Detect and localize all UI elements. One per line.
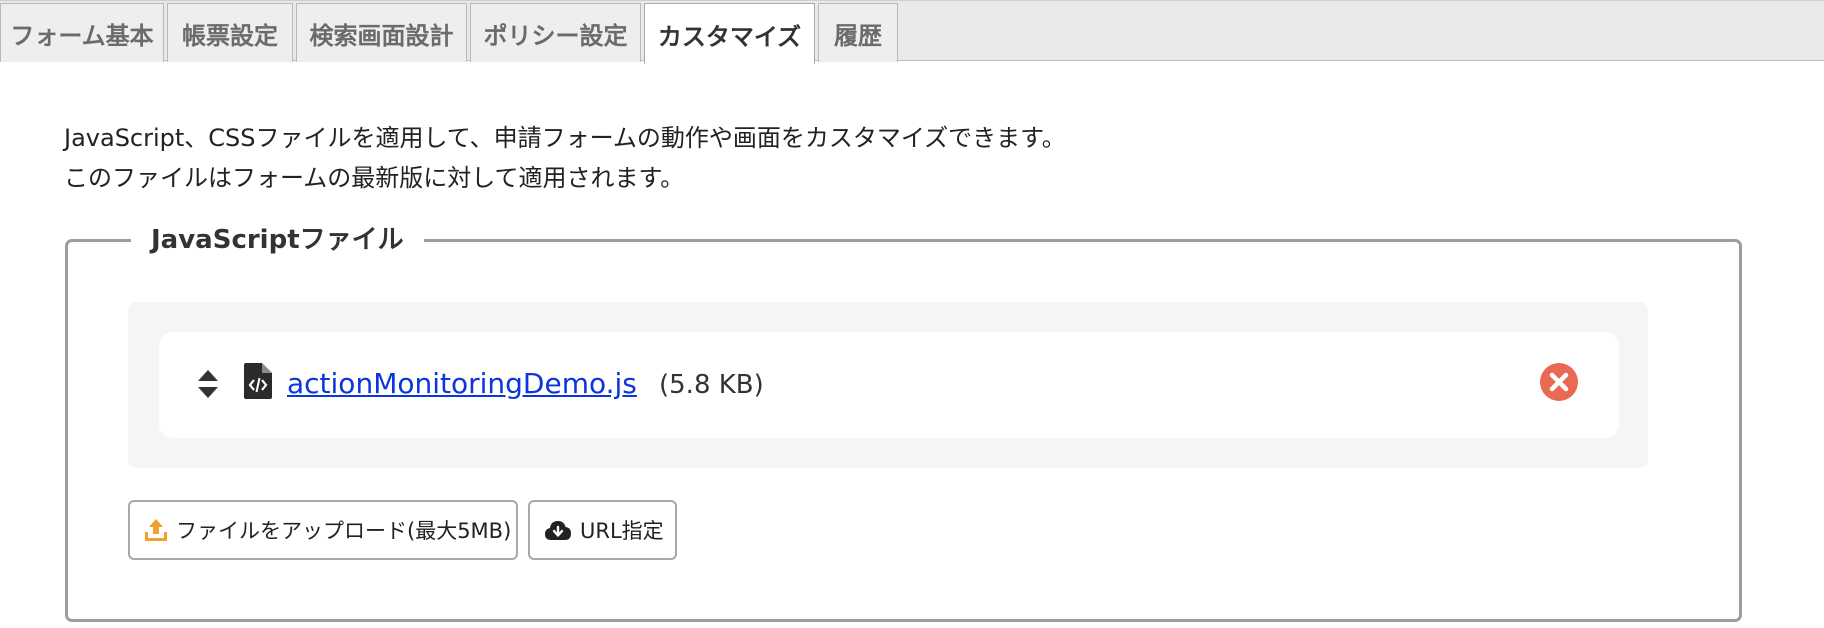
panel-legend: JavaScriptファイル xyxy=(131,222,424,258)
code-file-icon xyxy=(244,363,272,399)
tab-report-settings[interactable]: 帳票設定 xyxy=(167,3,293,62)
sort-updown-icon[interactable] xyxy=(197,369,219,399)
remove-circle-icon[interactable] xyxy=(1539,362,1579,402)
tab-search-screen-design[interactable]: 検索画面設計 xyxy=(296,3,467,62)
description-line-1: JavaScript、CSSファイルを適用して、申請フォームの動作や画面をカスタ… xyxy=(64,124,1066,152)
specify-url-button-label: URL指定 xyxy=(580,519,664,543)
tab-customize[interactable]: カスタマイズ xyxy=(644,3,815,64)
tab-bar: フォーム基本 帳票設定 検索画面設計 ポリシー設定 カスタマイズ 履歴 xyxy=(0,0,1824,64)
cloud-download-icon xyxy=(545,521,571,540)
description: JavaScript、CSSファイルを適用して、申請フォームの動作や画面をカスタ… xyxy=(64,118,1066,198)
file-item: actionMonitoringDemo.js (5.8 KB) xyxy=(159,332,1619,438)
tab-policy-settings[interactable]: ポリシー設定 xyxy=(470,3,641,62)
file-link[interactable]: actionMonitoringDemo.js xyxy=(287,366,637,402)
upload-icon xyxy=(145,519,167,541)
file-list: actionMonitoringDemo.js (5.8 KB) xyxy=(128,302,1648,468)
specify-url-button[interactable]: URL指定 xyxy=(528,500,677,560)
javascript-file-panel: JavaScriptファイル actionMonitoringDemo.js (… xyxy=(65,222,1742,622)
tab-form-basic[interactable]: フォーム基本 xyxy=(0,3,164,62)
upload-file-button[interactable]: ファイルをアップロード(最大5MB) xyxy=(128,500,518,560)
description-line-2: このファイルはフォームの最新版に対して適用されます。 xyxy=(64,164,685,192)
file-size: (5.8 KB) xyxy=(659,370,764,400)
upload-file-button-label: ファイルをアップロード(最大5MB) xyxy=(176,519,512,543)
tab-history[interactable]: 履歴 xyxy=(818,3,898,62)
